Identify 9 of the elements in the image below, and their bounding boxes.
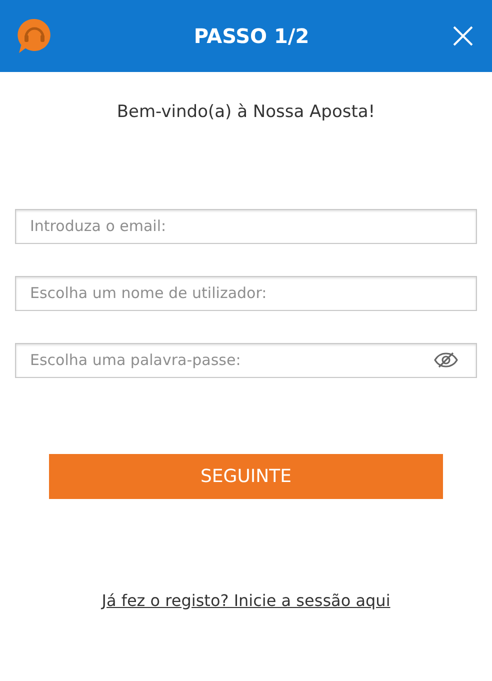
input-field[interactable]: Escolha um nome de utilizador:: [15, 276, 477, 310]
step-title: PASSO 1/2: [194, 23, 310, 50]
close-button[interactable]: [451, 24, 475, 48]
input-field[interactable]: Introduza o email:: [15, 208, 477, 244]
password-field[interactable]: Escolha uma palavra-passe:: [15, 342, 477, 378]
login-link[interactable]: Já fez o registo? Inicie a sessão aqui: [102, 588, 390, 612]
chat-headset-icon: [17, 18, 52, 54]
eye-slash-icon[interactable]: [434, 352, 458, 368]
welcome-text: Bem-vindo(a) à Nossa Aposta!: [116, 101, 376, 124]
